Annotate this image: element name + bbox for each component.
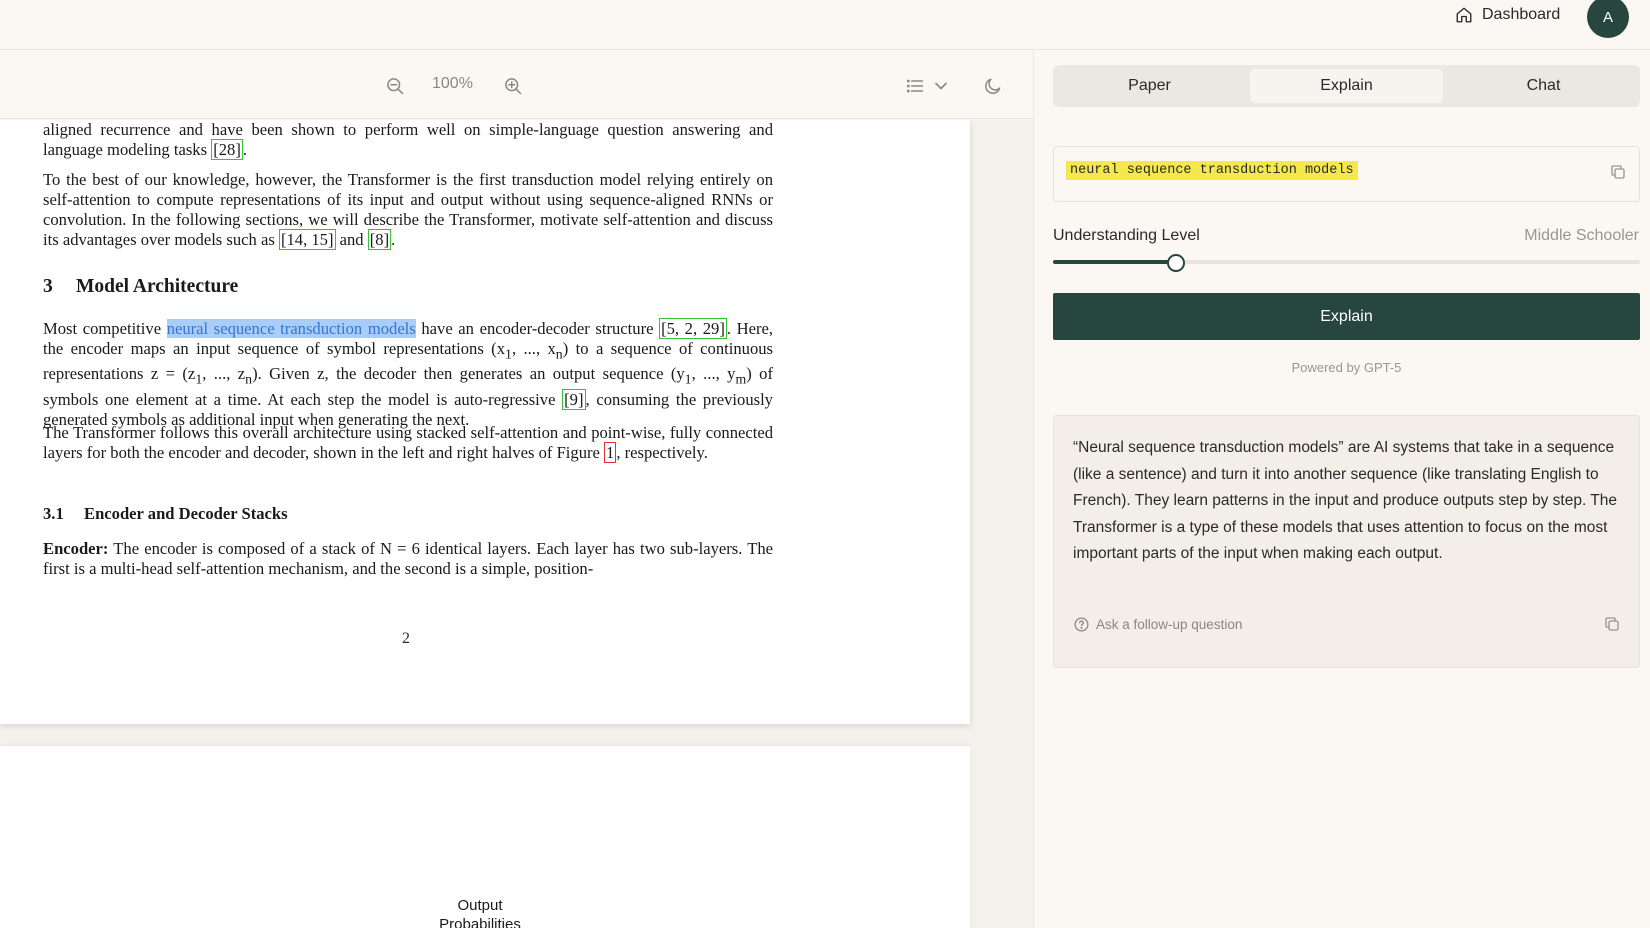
top-bar: Dashboard A xyxy=(0,0,1650,50)
encoder-term: Encoder: xyxy=(43,539,109,558)
text: and xyxy=(335,230,368,249)
section-title: Model Architecture xyxy=(76,276,239,297)
citation-link[interactable]: [28] xyxy=(211,139,243,160)
selected-highlight[interactable]: neural sequence transduction models xyxy=(166,319,416,338)
explanation-card: “Neural sequence transduction models” ar… xyxy=(1053,415,1640,668)
selected-text-box: neural sequence transduction models xyxy=(1053,146,1640,202)
figure-label: Output Probabilities xyxy=(439,897,521,928)
avatar-initial: A xyxy=(1602,8,1613,26)
tab-chat[interactable]: Chat xyxy=(1447,65,1640,107)
side-panel: Paper Explain Chat neural sequence trans… xyxy=(1034,51,1650,928)
zoom-out-icon[interactable] xyxy=(384,75,406,97)
home-icon xyxy=(1456,7,1472,23)
understanding-level-label: Understanding Level xyxy=(1053,227,1200,244)
avatar[interactable]: A xyxy=(1587,0,1629,38)
powered-by: Powered by GPT-5 xyxy=(1291,360,1402,375)
understanding-level-value: Middle Schooler xyxy=(1524,227,1639,244)
paragraph-top: aligned recurrence and have been shown t… xyxy=(43,120,773,160)
citation-link[interactable]: [8] xyxy=(367,229,392,250)
subscript: n xyxy=(555,346,563,362)
followup-button[interactable]: Ask a follow-up question xyxy=(1073,616,1242,633)
text: Most competitive xyxy=(43,319,167,338)
slider-thumb[interactable] xyxy=(1167,254,1186,272)
followup-label: Ask a follow-up question xyxy=(1096,617,1243,632)
subscript: m xyxy=(735,371,747,387)
list-icon[interactable] xyxy=(904,75,926,97)
subsection-title: Encoder and Decoder Stacks xyxy=(84,504,288,523)
citation-link[interactable]: [14, 15] xyxy=(278,229,336,250)
dashboard-label: Dashboard xyxy=(1482,6,1561,23)
document-viewer[interactable]: aligned recurrence and have been shown t… xyxy=(0,120,1033,928)
explanation-text: “Neural sequence transduction models” ar… xyxy=(1073,439,1617,562)
viewer-toolbar: 100% xyxy=(0,51,1033,119)
text: . xyxy=(242,140,248,159)
slider-fill xyxy=(1053,260,1177,264)
text: The encoder is composed of a stack of N … xyxy=(43,539,773,578)
section-number: 3 xyxy=(43,276,53,297)
pdf-page: Output Probabilities xyxy=(0,746,970,928)
chevron-down-icon[interactable] xyxy=(930,75,952,97)
section-heading: 3 Model Architecture xyxy=(43,276,238,298)
copy-icon[interactable] xyxy=(1603,615,1621,633)
text: , ..., y xyxy=(691,364,736,384)
paragraph-follows: The Transformer follows this overall arc… xyxy=(43,423,773,463)
page-number: 2 xyxy=(402,630,410,647)
selected-text: neural sequence transduction models xyxy=(1066,161,1358,180)
text: . xyxy=(391,230,396,249)
citation-link[interactable]: [5, 2, 29] xyxy=(659,318,727,339)
zoom-level: 100% xyxy=(432,75,473,92)
zoom-in-icon[interactable] xyxy=(502,75,524,97)
paragraph-encoder: Encoder: The encoder is composed of a st… xyxy=(43,539,773,579)
copy-icon[interactable] xyxy=(1609,163,1627,181)
dashboard-link[interactable]: Dashboard xyxy=(1455,4,1560,26)
paragraph-architecture: Most competitive neural sequence transdu… xyxy=(43,318,773,430)
tab-explain[interactable]: Explain xyxy=(1250,69,1443,103)
text: have an encoder-decoder structure xyxy=(415,319,660,338)
subscript: 1 xyxy=(505,346,512,362)
understanding-level-slider[interactable] xyxy=(1053,254,1640,272)
text: aligned recurrence and have been shown t… xyxy=(43,120,773,159)
text: To the best of our knowledge, however, t… xyxy=(43,170,773,249)
text: ). Given z, the decoder then generates a… xyxy=(252,364,685,384)
tab-paper[interactable]: Paper xyxy=(1053,65,1246,107)
text: , respectively. xyxy=(616,443,708,462)
figure-link[interactable]: 1 xyxy=(604,442,617,463)
paragraph-transformer: To the best of our knowledge, however, t… xyxy=(43,170,773,250)
text: , ..., x xyxy=(511,339,556,358)
help-circle-icon xyxy=(1074,617,1089,632)
citation-link[interactable]: [9] xyxy=(562,388,586,410)
explain-button[interactable]: Explain xyxy=(1053,293,1640,340)
moon-icon[interactable] xyxy=(982,75,1004,97)
panel-tabs: Paper Explain Chat xyxy=(1053,65,1640,107)
pdf-page: aligned recurrence and have been shown t… xyxy=(0,120,970,724)
subscript: 1 xyxy=(684,371,692,387)
subsection-heading: 3.1 Encoder and Decoder Stacks xyxy=(43,504,288,524)
subsection-number: 3.1 xyxy=(43,504,64,523)
text: , ..., z xyxy=(202,364,246,384)
